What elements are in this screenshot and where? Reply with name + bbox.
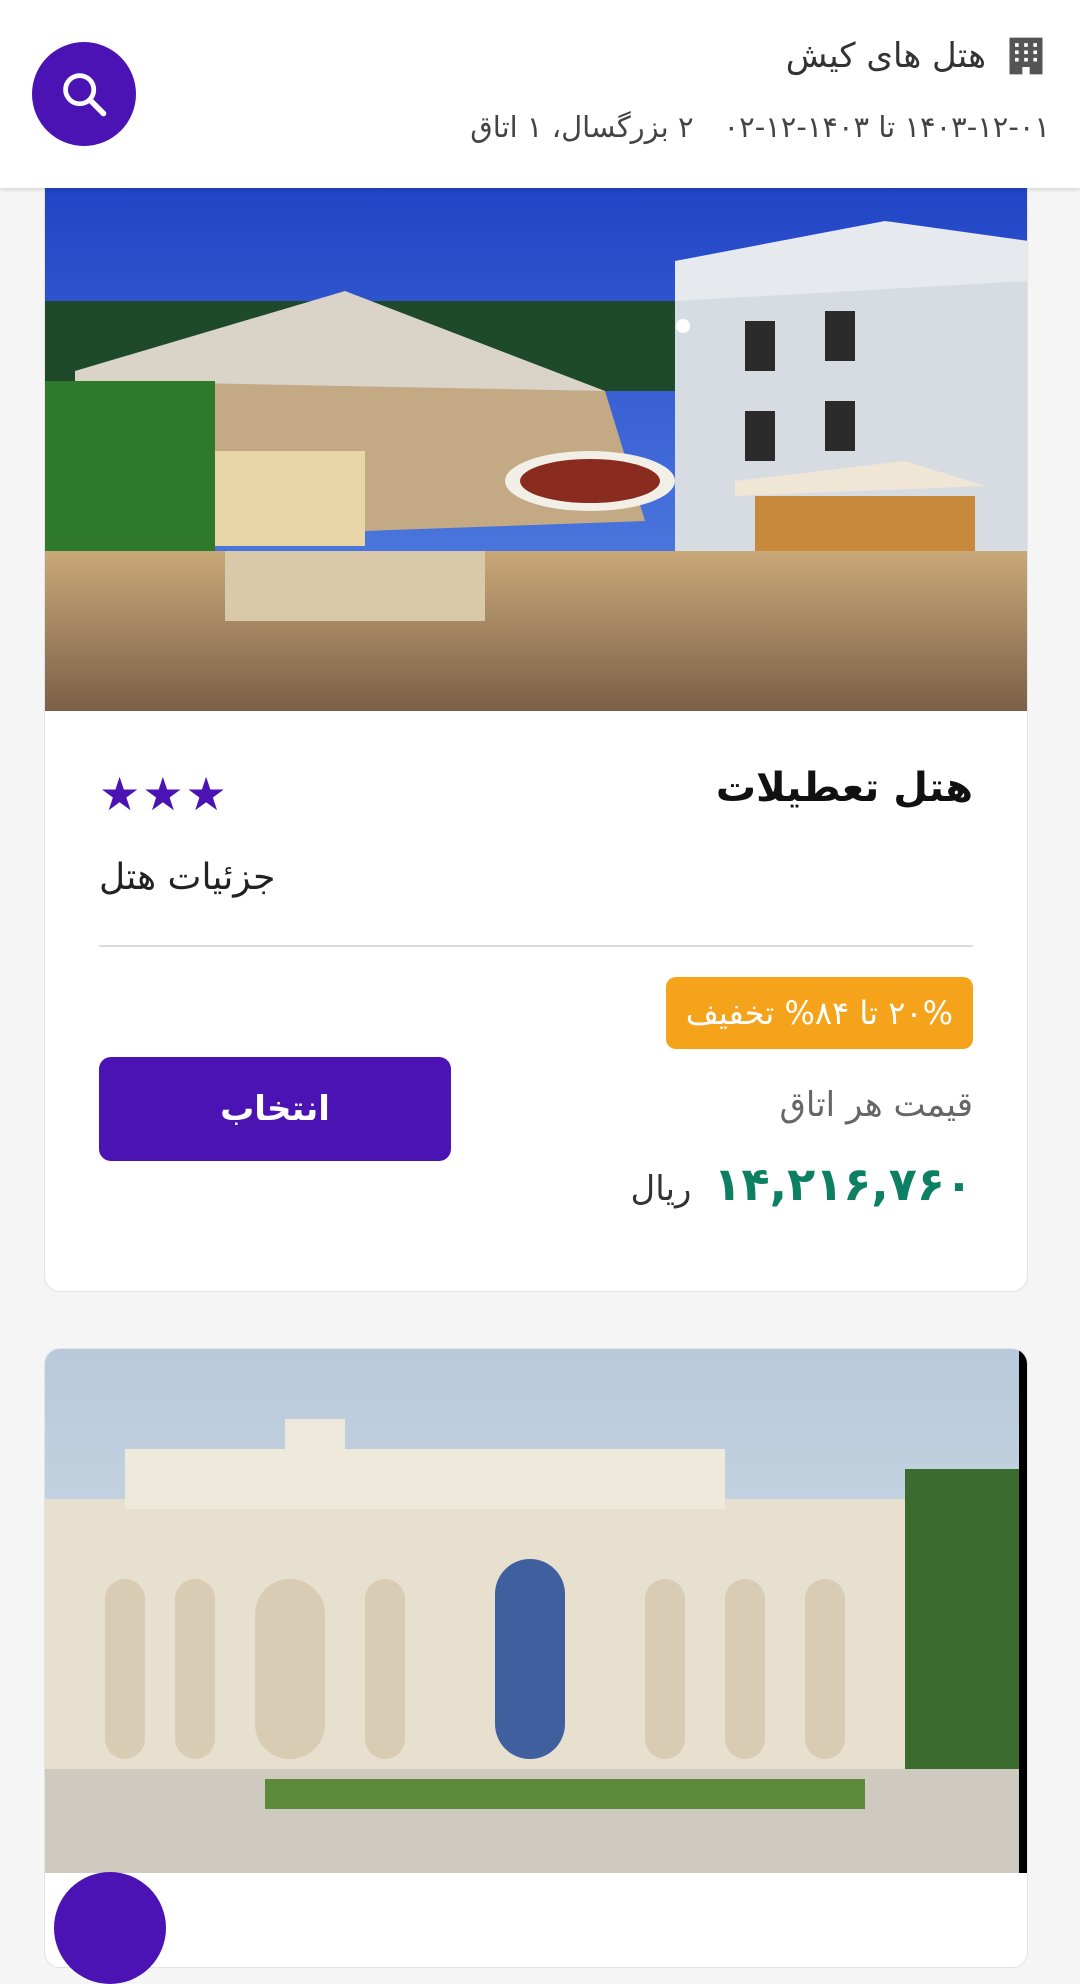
header-title-row: هتل های کیش xyxy=(786,30,1048,82)
price-row: ۱۴,۲۱۶,۷۶۰ ریال xyxy=(630,1157,973,1211)
hotel-photo xyxy=(45,151,1027,711)
price-label: قیمت هر اتاق xyxy=(779,1085,973,1125)
search-button[interactable] xyxy=(32,42,136,146)
header-title: هتل های کیش xyxy=(785,36,986,76)
hotel-card[interactable] xyxy=(44,1348,1028,1968)
divider xyxy=(99,945,973,947)
hotel-details-link[interactable]: جزئیات هتل xyxy=(99,857,275,898)
price-value: ۱۴,۲۱۶,۷۶۰ xyxy=(713,1157,973,1211)
building-icon xyxy=(1004,34,1048,78)
discount-badge: ۲۰% تا ۸۴% تخفیف xyxy=(665,977,973,1049)
hotel-name: هتل تعطیلات xyxy=(715,765,973,811)
select-button[interactable]: انتخاب xyxy=(99,1057,451,1161)
guest-summary: ۲ بزرگسال، ۱ اتاق xyxy=(470,110,694,144)
star-rating: ★★★ xyxy=(99,767,229,821)
date-range: ۱۴۰۳-۱۲-۰۱ تا ۱۴۰۳-۱۲-۰۲ xyxy=(723,110,1050,144)
search-summary: ۱۴۰۳-۱۲-۰۱ تا ۱۴۰۳-۱۲-۰۲ ۲ بزرگسال، ۱ اتا… xyxy=(470,110,1050,144)
hotel-card[interactable]: هتل تعطیلات ★★★ جزئیات هتل ۲۰% تا ۸۴% تخ… xyxy=(44,150,1028,1292)
hotel-photo xyxy=(45,1349,1027,1873)
filter-fab-button[interactable] xyxy=(54,1872,166,1984)
currency-label: ریال xyxy=(630,1169,692,1209)
search-icon xyxy=(63,73,107,117)
app-header: هتل های کیش ۱۴۰۳-۱۲-۰۱ تا ۱۴۰۳-۱۲-۰۲ ۲ بز… xyxy=(0,0,1080,188)
